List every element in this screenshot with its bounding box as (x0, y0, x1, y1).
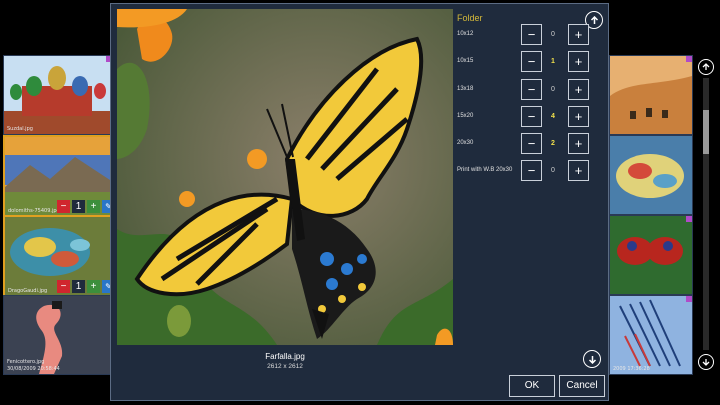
thumbnail-qty-controls: − 1 + ✎ (57, 280, 113, 293)
thumbnail-suzdal[interactable]: Suzdal.jpg (3, 55, 113, 135)
right-photo-strip: 2009 17:36:28 (609, 55, 693, 375)
photo-preview (117, 9, 453, 345)
scrollbar-track[interactable] (703, 78, 709, 350)
qty-value: 2 (551, 140, 555, 147)
minus-button[interactable]: − (57, 280, 70, 293)
scroll-down-arrow-icon[interactable] (583, 350, 601, 368)
thumbnail-dragogaudi[interactable]: DragoGaudi.jpg − 1 + ✎ (3, 215, 115, 297)
qty-value: 4 (551, 113, 555, 120)
size-row-print-with-wb-20x30: Print with W.B 20x30 − 0 + (457, 160, 589, 182)
tag-marker (686, 216, 692, 222)
size-label: Print with W.B 20x30 (457, 167, 513, 173)
thumbnail-caption: Fenicottero.jpg (7, 359, 45, 365)
print-order-dialog: Farfalla.jpg 2612 x 2612 Folder 10x12 − … (110, 3, 609, 401)
minus-button[interactable]: − (57, 200, 70, 213)
decrease-qty-button[interactable]: − (521, 79, 542, 100)
size-label: 15x20 (457, 113, 474, 119)
qty-value: 1 (551, 58, 555, 65)
scroll-up-arrow-icon[interactable] (698, 59, 714, 75)
thumbnail-image (610, 56, 692, 134)
thumbnail-mosaic[interactable] (609, 135, 693, 215)
thumbnail-butterfly2[interactable] (609, 215, 693, 295)
thumbnail-desert[interactable] (609, 55, 693, 135)
ok-button[interactable]: OK (509, 375, 555, 397)
thumbnail-dolomiths[interactable]: dolomiths-75409.jpg − 1 + ✎ (3, 135, 115, 217)
size-label: 10x15 (457, 58, 474, 64)
decrease-qty-button[interactable]: − (521, 106, 542, 127)
thumbnail-date: 2009 17:36:28 (613, 366, 650, 372)
increase-qty-button[interactable]: + (568, 24, 589, 45)
plus-button[interactable]: + (87, 200, 100, 213)
thumbnail-image (610, 296, 692, 374)
cancel-button[interactable]: Cancel (559, 375, 605, 397)
plus-button[interactable]: + (87, 280, 100, 293)
thumbnail-qty-controls: − 1 + ✎ (57, 200, 113, 213)
thumbnail-image (4, 56, 112, 134)
left-photo-strip: Suzdal.jpg dolomiths-75409.jpg − 1 + ✎ D… (0, 55, 115, 375)
tag-marker (686, 56, 692, 62)
size-label: 13x18 (457, 86, 474, 92)
folder-label[interactable]: Folder (457, 13, 483, 23)
size-label: 10x12 (457, 31, 474, 37)
increase-qty-button[interactable]: + (568, 160, 589, 181)
size-row-10x15: 10x15 − 1 + (457, 51, 589, 73)
thumbnail-lights[interactable]: 2009 17:36:28 (609, 295, 693, 375)
qty-value: 0 (551, 86, 555, 93)
scroll-down-arrow-icon[interactable] (698, 354, 714, 370)
decrease-qty-button[interactable]: − (521, 51, 542, 72)
qty-value: 1 (72, 280, 85, 293)
tag-marker (686, 296, 692, 302)
size-row-13x18: 13x18 − 0 + (457, 79, 589, 101)
thumbnail-date: 30/08/2009 20:58:44 (7, 366, 60, 372)
butterfly-photo (117, 9, 453, 345)
qty-value: 0 (551, 31, 555, 38)
size-label: 20x30 (457, 140, 474, 146)
scrollbar-thumb[interactable] (703, 110, 709, 154)
increase-qty-button[interactable]: + (568, 133, 589, 154)
size-row-20x30: 20x30 − 2 + (457, 133, 589, 155)
thumbnail-caption: dolomiths-75409.jpg (8, 208, 60, 214)
increase-qty-button[interactable]: + (568, 51, 589, 72)
decrease-qty-button[interactable]: − (521, 24, 542, 45)
increase-qty-button[interactable]: + (568, 106, 589, 127)
thumbnail-fenicottero[interactable]: Fenicottero.jpg 30/08/2009 20:58:44 (3, 295, 113, 375)
decrease-qty-button[interactable]: − (521, 133, 542, 154)
qty-value: 1 (72, 200, 85, 213)
thumbnail-image (610, 136, 692, 214)
increase-qty-button[interactable]: + (568, 79, 589, 100)
decrease-qty-button[interactable]: − (521, 160, 542, 181)
qty-value: 0 (551, 167, 555, 174)
size-row-10x12: 10x12 − 0 + (457, 24, 589, 46)
thumbnail-caption: Suzdal.jpg (7, 126, 33, 132)
size-row-15x20: 15x20 − 4 + (457, 106, 589, 128)
photo-dimensions: 2612 x 2612 (267, 363, 303, 370)
thumbnail-image (610, 216, 692, 294)
thumbnail-caption: DragoGaudi.jpg (8, 288, 48, 294)
photo-filename: Farfalla.jpg (265, 352, 305, 361)
